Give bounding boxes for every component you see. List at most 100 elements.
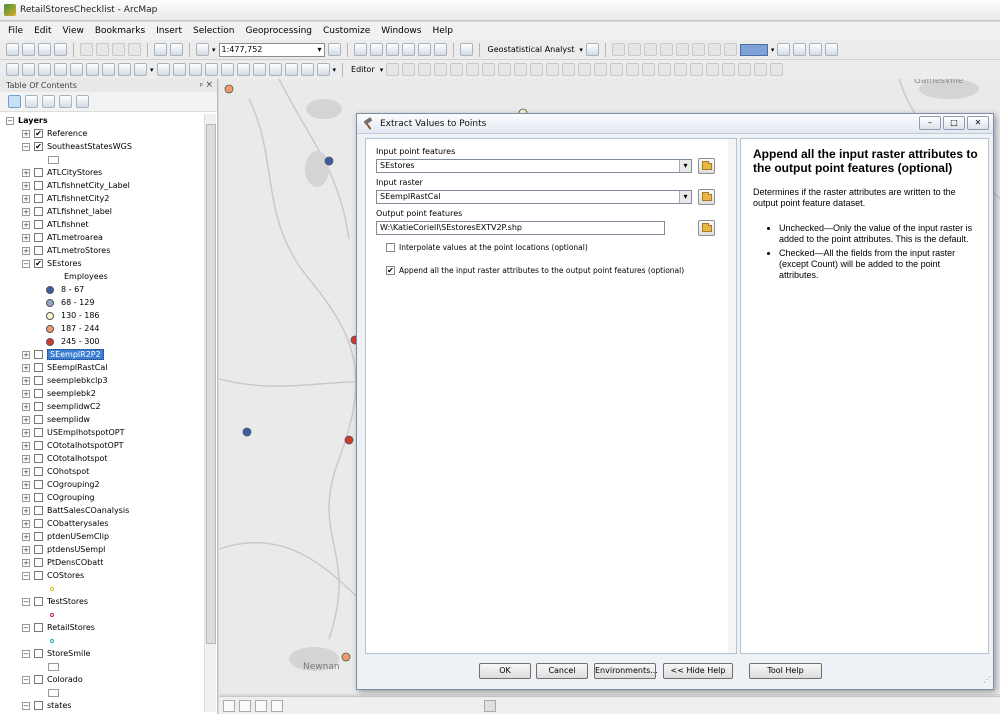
input-points-select[interactable]: SEstores ▾ [376,159,692,173]
layer-selector[interactable] [739,43,768,56]
layer-label[interactable]: ATLmetroarea [47,233,103,242]
expand-icon[interactable]: + [22,129,30,138]
open-icon[interactable] [22,43,35,56]
layout-tool-icon[interactable] [793,43,807,56]
dialog-titlebar[interactable]: Extract Values to Points – □ ✕ [357,114,993,134]
layer-visibility-checkbox[interactable] [34,558,43,567]
layer-tool-icon[interactable] [675,43,689,56]
layer-label[interactable]: Colorado [47,675,83,684]
layer-label[interactable]: RetailStores [47,623,95,632]
layer-label[interactable]: ATLmetroStores [47,246,110,255]
layer-row[interactable]: + ATLfishnetCity2 [0,192,217,205]
save-icon[interactable] [38,43,51,56]
expand-icon[interactable]: + [22,519,30,528]
layer-visibility-checkbox[interactable] [34,571,43,580]
layer-visibility-checkbox[interactable] [34,545,43,554]
layer-visibility-checkbox[interactable] [34,181,43,190]
layer-label[interactable]: COtotalhotspotOPT [47,441,124,450]
expand-icon[interactable]: + [22,415,30,424]
layer-row[interactable]: + seemplebk2 [0,387,217,400]
ok-button[interactable]: OK [479,663,531,679]
layer-row[interactable]: + COgrouping [0,491,217,504]
expand-icon[interactable]: + [22,376,30,385]
layer-label[interactable]: BattSalesCOanalysis [47,506,129,515]
delete-icon[interactable] [128,43,141,56]
layout-tool-icon[interactable] [825,43,839,56]
expand-icon[interactable]: + [22,233,30,242]
undo-icon[interactable] [154,43,167,56]
layer-row[interactable]: + SEemplRastCal [0,361,217,374]
expand-icon[interactable]: + [22,545,30,554]
menu-view[interactable]: View [63,26,84,36]
layer-label[interactable]: COhotspot [47,467,89,476]
edit-tool-icon[interactable] [514,63,528,76]
full-extent-icon[interactable] [54,63,67,76]
layer-tool-icon[interactable] [627,43,641,56]
layer-visibility-checkbox[interactable] [34,623,43,632]
layer-label[interactable]: ATLfishnetCity_Label [47,181,130,190]
expand-icon[interactable]: + [22,181,30,190]
expand-icon[interactable]: + [22,454,30,463]
forward-arrow-icon[interactable] [118,63,131,76]
collapse-icon[interactable]: − [6,116,14,125]
edit-tool-icon[interactable] [610,63,624,76]
edit-tool-icon[interactable] [482,63,496,76]
menu-customize[interactable]: Customize [323,26,370,36]
expand-icon[interactable]: + [22,220,30,229]
layer-row[interactable]: + ptdenUSemClip [0,530,217,543]
browse-output-button[interactable] [698,220,715,236]
chevron-down-icon[interactable]: ▾ [679,160,691,172]
list-by-selection-icon[interactable] [59,95,72,108]
edit-tool-icon[interactable] [466,63,480,76]
environments-button[interactable]: Environments... [594,663,658,679]
minimize-button[interactable]: – [919,116,941,130]
layer-row[interactable]: + ptdensUSempl [0,543,217,556]
interpolate-option[interactable]: Interpolate values at the point location… [386,243,588,252]
interpolate-checkbox[interactable] [386,243,395,252]
find-icon[interactable] [252,63,266,76]
layer-label[interactable]: ATLfishnet_label [47,207,112,216]
expand-icon[interactable]: + [22,402,30,411]
append-option[interactable]: ✔ Append all the input raster attributes… [386,266,684,275]
expand-icon[interactable]: + [22,207,30,216]
store-point[interactable] [324,156,334,166]
pan-icon[interactable] [38,63,51,76]
close-icon[interactable]: × [205,79,213,92]
edit-tool-icon[interactable] [594,63,608,76]
layer-label[interactable]: ptdenUSemClip [47,532,109,541]
clear-selection-icon[interactable] [156,63,170,76]
time-slider-icon[interactable] [300,63,314,76]
identify-icon[interactable] [188,63,202,76]
layer-row[interactable]: + ATLfishnet [0,218,217,231]
add-data-icon[interactable] [196,43,209,56]
scrollbar-thumb[interactable] [484,700,496,712]
layer-row[interactable]: + seemplidwC2 [0,400,217,413]
layer-label[interactable]: SEstores [47,259,82,268]
layer-label[interactable]: ptdensUSempl [47,545,105,554]
layer-row[interactable]: − states [0,699,217,712]
collapse-icon[interactable]: − [22,623,30,632]
layer-row[interactable]: − RetailStores [0,621,217,634]
layer-label[interactable]: Reference [47,129,87,138]
geostatistical-wizard-icon[interactable] [585,43,599,56]
search-icon[interactable] [385,43,399,56]
layer-visibility-checkbox[interactable] [34,506,43,515]
expand-icon[interactable]: + [22,506,30,515]
scrollbar-thumb[interactable] [206,124,216,644]
layer-row-selected[interactable]: + SEemplR2P2 [0,348,217,361]
select-features-icon[interactable] [134,63,147,76]
browse-input-raster-button[interactable] [698,189,715,205]
map-horizontal-scrollbar[interactable] [219,696,1000,714]
tool-help-button[interactable]: Tool Help [749,663,822,679]
catalog-icon[interactable] [369,43,383,56]
store-point[interactable] [344,435,354,445]
fixed-zoom-in-icon[interactable] [70,63,83,76]
expand-icon[interactable]: + [22,558,30,567]
find-route-icon[interactable] [268,63,282,76]
cut-icon[interactable] [80,43,93,56]
tree-root[interactable]: − Layers [0,114,217,127]
layer-row[interactable]: + COtotalhotspotOPT [0,439,217,452]
layer-row[interactable]: − TestStores [0,595,217,608]
toc-options-icon[interactable] [76,95,89,108]
expand-icon[interactable]: + [22,441,30,450]
